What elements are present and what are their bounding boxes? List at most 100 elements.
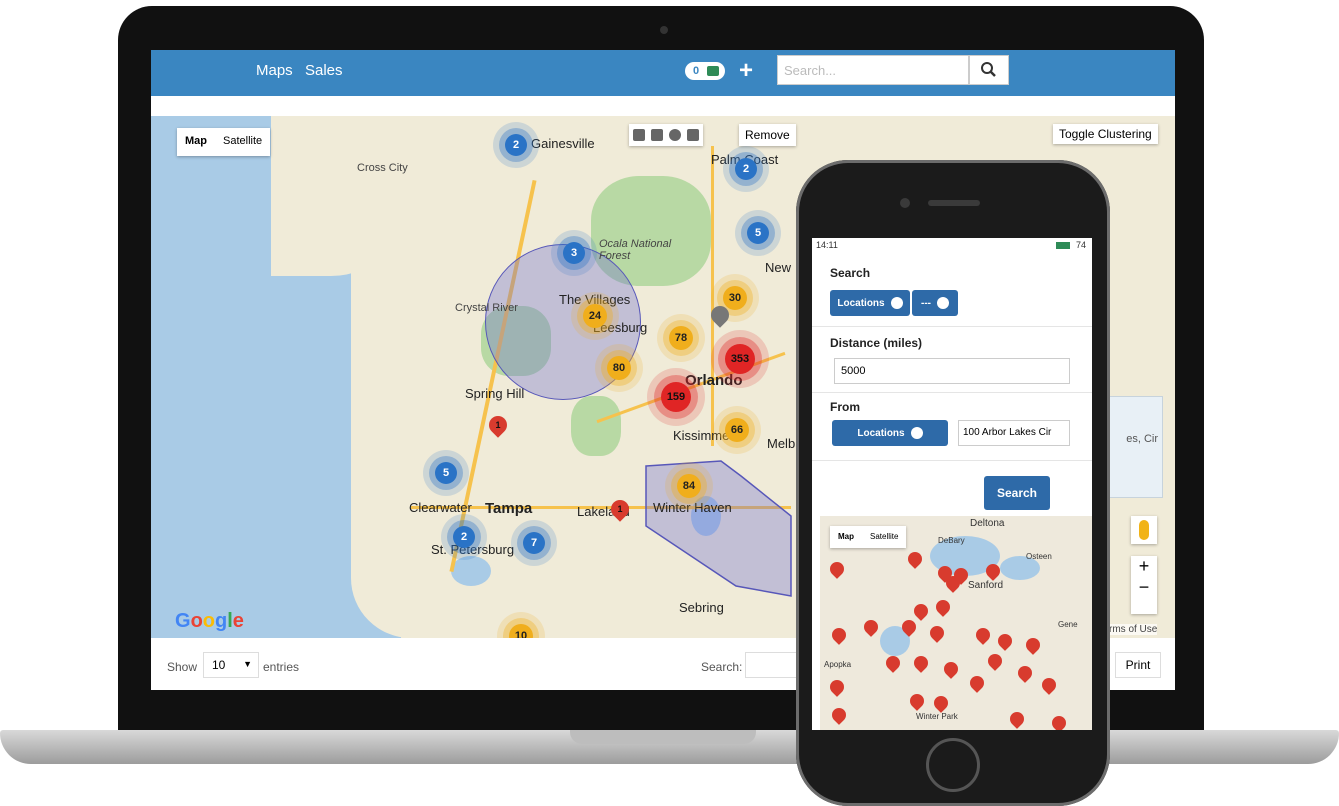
- from-address-input[interactable]: 100 Arbor Lakes Cir: [958, 420, 1070, 446]
- phone-speaker: [928, 200, 980, 206]
- message-icon: [707, 66, 719, 76]
- map-pin[interactable]: [941, 659, 961, 679]
- city-label: Sebring: [679, 600, 724, 615]
- search-button[interactable]: [969, 55, 1009, 85]
- map-cluster[interactable]: 5: [435, 462, 457, 484]
- map-pin[interactable]: [967, 673, 987, 693]
- city-label: Clearwater: [409, 500, 472, 515]
- map-cluster[interactable]: 80: [607, 356, 631, 380]
- city-label: Orlando: [685, 372, 743, 389]
- map-pin[interactable]: [1015, 663, 1035, 683]
- message-count: 0: [693, 65, 700, 77]
- map-pin[interactable]: [931, 693, 951, 713]
- map-pin[interactable]: [829, 625, 849, 645]
- map-cluster[interactable]: 5: [747, 222, 769, 244]
- phone-search-button[interactable]: Search: [984, 476, 1050, 510]
- map-pin[interactable]: 1: [485, 412, 511, 438]
- map-pin[interactable]: [973, 625, 993, 645]
- map-pin[interactable]: 1: [607, 496, 633, 522]
- phone-map[interactable]: Map Satellite Deltona DeBary Osteen Sanf…: [820, 516, 1092, 730]
- map-type-satellite[interactable]: Satellite: [862, 526, 906, 548]
- map-cluster[interactable]: 66: [725, 418, 749, 442]
- map-cluster[interactable]: 2: [453, 526, 475, 548]
- city-label: Winter Haven: [653, 500, 732, 515]
- map-pin[interactable]: [907, 691, 927, 711]
- map-pin[interactable]: [827, 677, 847, 697]
- from-label: From: [830, 400, 860, 414]
- map-cluster[interactable]: 24: [583, 304, 607, 328]
- circle-icon[interactable]: [669, 129, 681, 141]
- city-label: Spring Hill: [465, 386, 525, 401]
- map-cluster[interactable]: 2: [735, 158, 757, 180]
- search-locations-dropdown[interactable]: Locations: [830, 290, 910, 316]
- remove-button[interactable]: Remove: [739, 124, 796, 146]
- city-label: DeBary: [938, 536, 965, 545]
- map-pin[interactable]: [829, 705, 849, 725]
- dropdown-label: Locations: [857, 427, 905, 439]
- map-cluster[interactable]: 159: [661, 382, 691, 412]
- map-pin[interactable]: [927, 623, 947, 643]
- entries-select[interactable]: 10 ▼: [203, 652, 259, 678]
- entries-value: 10: [212, 658, 226, 672]
- status-time: 14:11: [816, 240, 838, 250]
- map-pin[interactable]: [995, 631, 1015, 651]
- map-cluster[interactable]: 2: [505, 134, 527, 156]
- map-cluster[interactable]: 30: [723, 286, 747, 310]
- map-type-map[interactable]: Map: [177, 128, 215, 156]
- city-label: New: [765, 260, 792, 275]
- dropdown-label: Locations: [837, 297, 885, 309]
- search-icon: [981, 62, 996, 77]
- map-type-satellite[interactable]: Satellite: [215, 128, 270, 156]
- add-icon[interactable]: +: [739, 57, 753, 85]
- zoom-in-button[interactable]: +: [1131, 556, 1157, 577]
- map-cluster[interactable]: 78: [669, 326, 693, 350]
- map-pin[interactable]: [883, 653, 903, 673]
- map-type-map[interactable]: Map: [830, 526, 862, 548]
- print-button[interactable]: Print: [1115, 652, 1161, 678]
- map-pin[interactable]: [827, 559, 847, 579]
- entries-label: entries: [263, 660, 300, 674]
- map-type-control: Map Satellite: [177, 128, 271, 156]
- zoom-out-button[interactable]: −: [1131, 577, 1157, 598]
- map-pin[interactable]: [861, 617, 881, 637]
- map-pin[interactable]: [1023, 635, 1043, 655]
- map-pin[interactable]: [933, 597, 953, 617]
- polygon-search-area[interactable]: [641, 456, 801, 606]
- map-cluster[interactable]: 3: [563, 242, 585, 264]
- map-pin[interactable]: [911, 653, 931, 673]
- toggle-clustering-button[interactable]: Toggle Clustering: [1053, 124, 1158, 144]
- map-park: [571, 396, 621, 456]
- street-view-pegman[interactable]: [1131, 516, 1157, 544]
- laptop-camera: [660, 26, 668, 34]
- nav-maps-link[interactable]: Maps: [256, 62, 293, 79]
- dropdown-label: ---: [921, 297, 931, 309]
- messages-badge[interactable]: 0: [685, 62, 725, 80]
- city-label: Gene: [1058, 620, 1078, 629]
- chevron-down-icon: [937, 297, 949, 309]
- home-button[interactable]: [926, 738, 980, 792]
- polygon-icon[interactable]: [687, 129, 699, 141]
- search-input[interactable]: Search...: [777, 55, 969, 85]
- show-label: Show: [167, 660, 198, 674]
- from-locations-dropdown[interactable]: Locations: [832, 420, 948, 446]
- distance-input[interactable]: 5000: [834, 358, 1070, 384]
- map-pin[interactable]: [1049, 713, 1069, 730]
- map-cluster[interactable]: 84: [677, 474, 701, 498]
- top-navbar: Maps Sales 0 + Search...: [151, 50, 1175, 96]
- pegman-icon: [1139, 520, 1149, 540]
- hand-icon[interactable]: [633, 129, 645, 141]
- nav-sales-link[interactable]: Sales: [305, 62, 343, 79]
- map-cluster[interactable]: 353: [725, 344, 755, 374]
- map-pin[interactable]: [911, 601, 931, 621]
- map-pin[interactable]: [985, 651, 1005, 671]
- search-type-dropdown[interactable]: ---: [912, 290, 958, 316]
- map-pin[interactable]: [1039, 675, 1059, 695]
- map-pin[interactable]: [905, 549, 925, 569]
- battery-icon: [1056, 242, 1070, 249]
- map-cluster[interactable]: 7: [523, 532, 545, 554]
- rectangle-icon[interactable]: [651, 129, 663, 141]
- map-pin[interactable]: [1007, 709, 1027, 729]
- terms-link[interactable]: rms of Use: [1109, 624, 1158, 635]
- city-label: Cross City: [357, 162, 408, 174]
- phone-map-type-control: Map Satellite: [830, 526, 907, 548]
